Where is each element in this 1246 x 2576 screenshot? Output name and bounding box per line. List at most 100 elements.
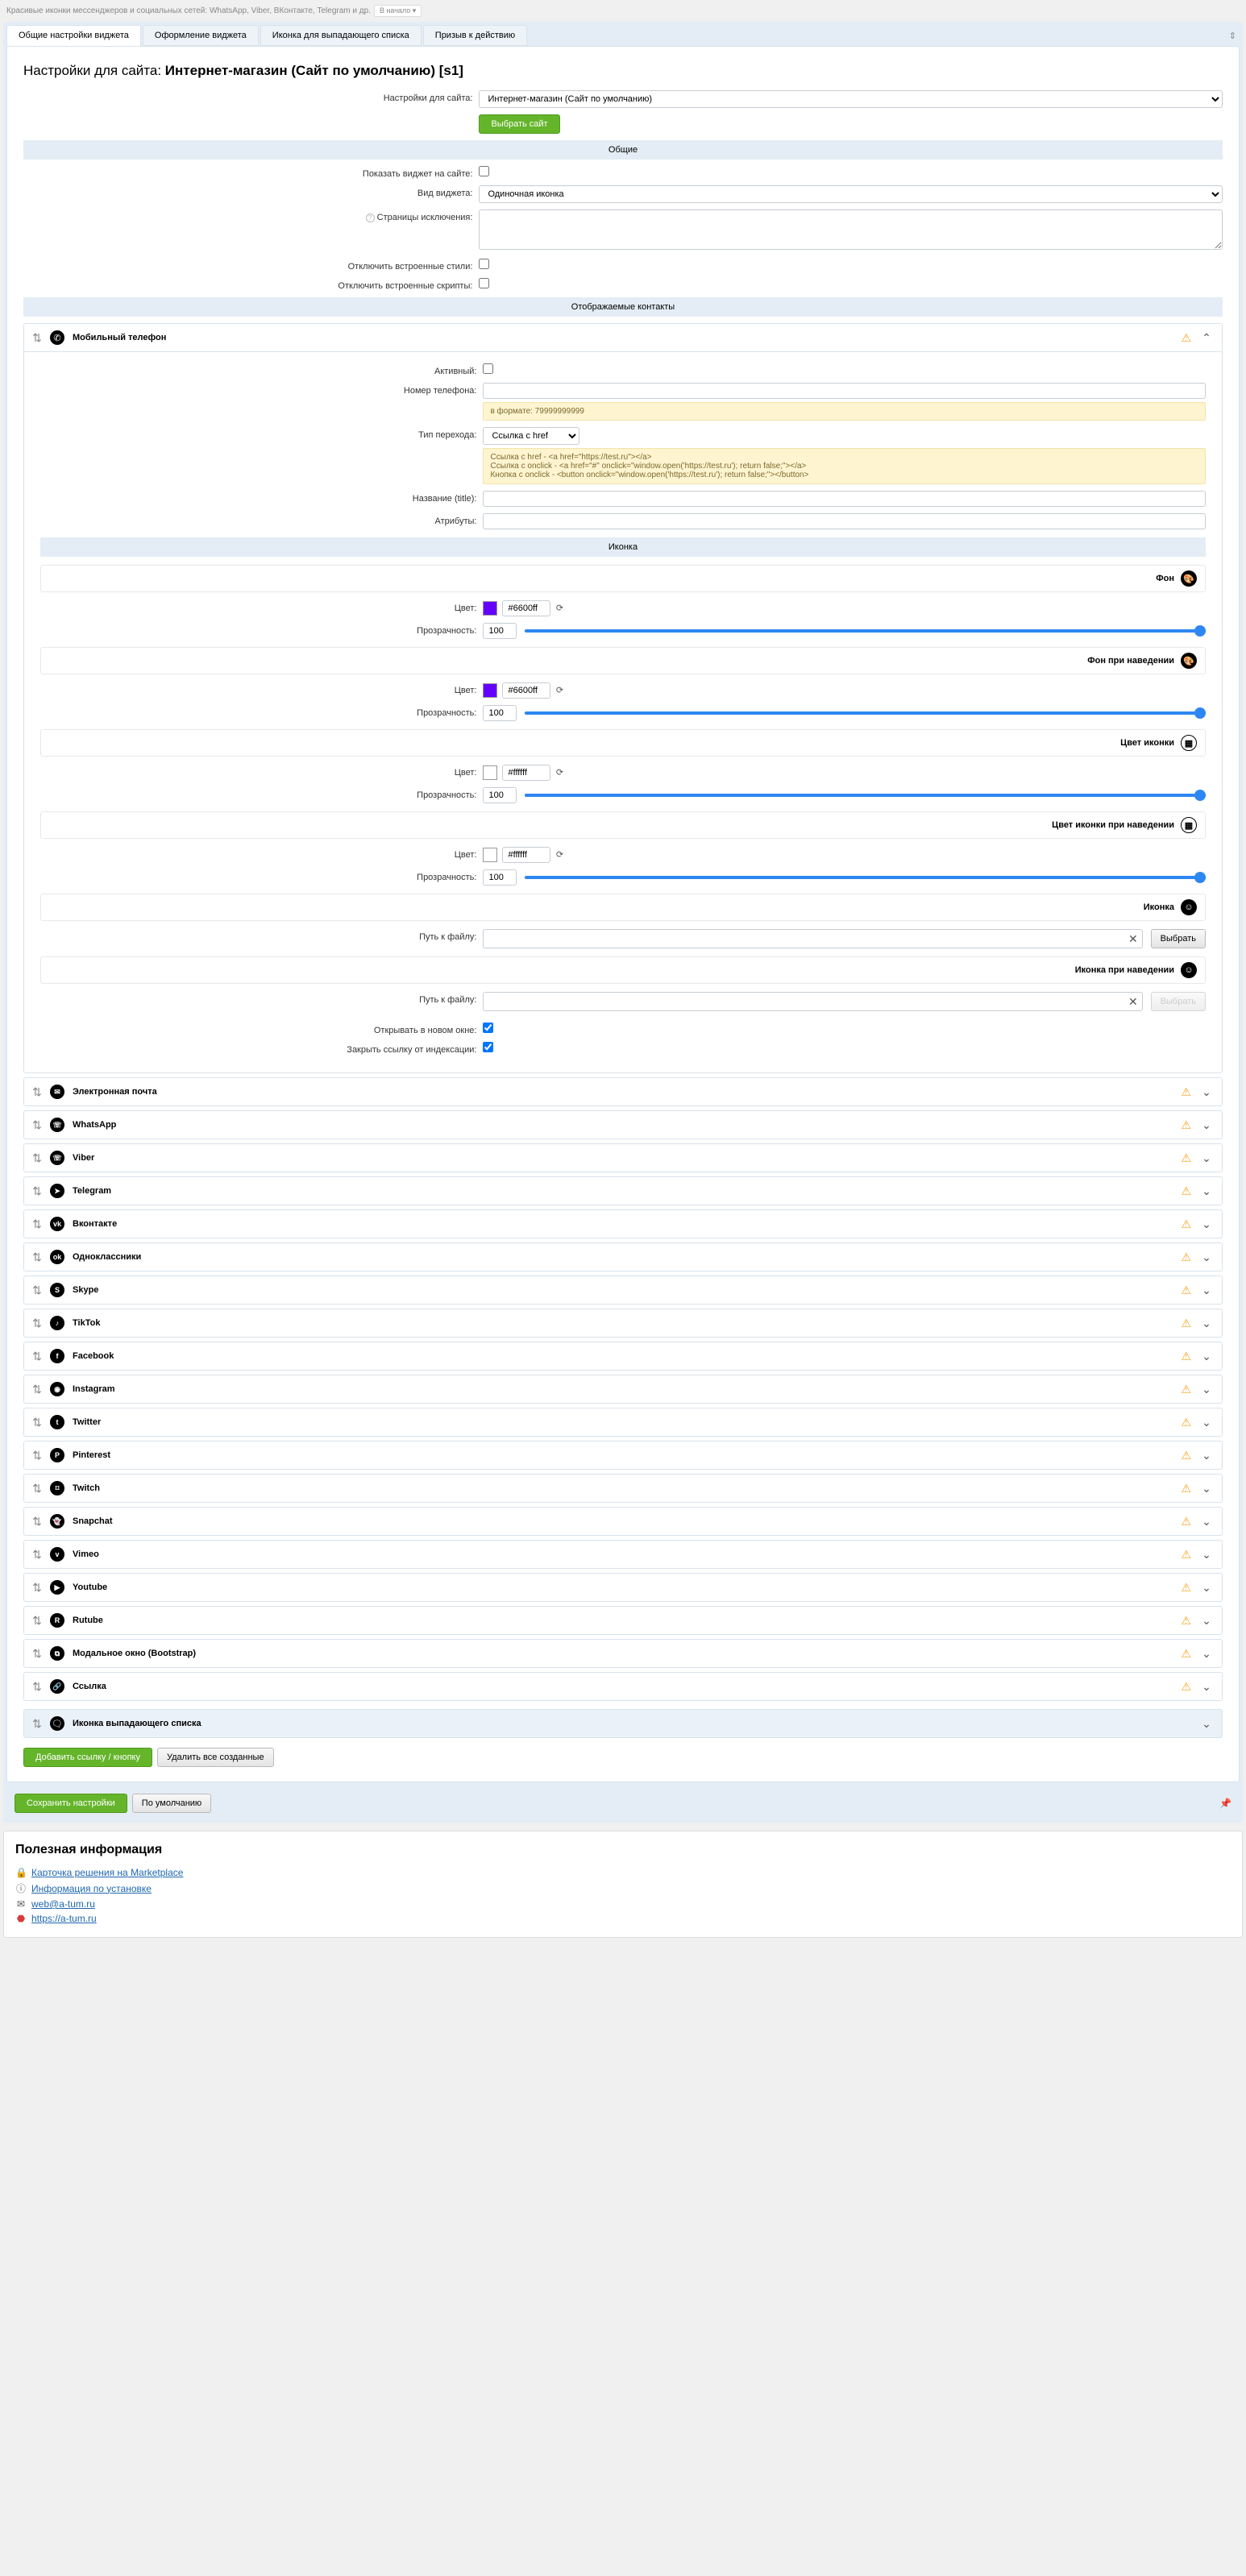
drag-handle-icon[interactable]: ⇅ (32, 1251, 42, 1264)
contact-header[interactable]: ⇅⧉Модальное окно (Bootstrap)⚠⌄ (24, 1640, 1222, 1667)
expand-icon[interactable]: ⌄ (1199, 1085, 1214, 1099)
expand-icon[interactable]: ⌄ (1199, 1317, 1214, 1330)
add-link-button[interactable]: Добавить ссылку / кнопку (23, 1748, 152, 1767)
drag-handle-icon[interactable]: ⇅ (32, 1581, 42, 1595)
expand-icon[interactable]: ⌄ (1199, 1614, 1214, 1628)
drag-handle-icon[interactable]: ⇅ (32, 1284, 42, 1297)
drag-handle-icon[interactable]: ⇅ (32, 1383, 42, 1396)
hide-index-checkbox[interactable] (483, 1042, 493, 1052)
breadcrumb[interactable]: В начало ▾ (374, 5, 422, 17)
info-link-site[interactable]: https://a-tum.ru (31, 1913, 97, 1924)
drag-handle-icon[interactable]: ⇅ (32, 1680, 42, 1694)
contact-header[interactable]: ⇅vVimeo⚠⌄ (24, 1541, 1222, 1568)
icon-path-input[interactable] (483, 929, 1142, 948)
expand-icon[interactable]: ⌄ (1199, 1515, 1214, 1529)
delete-all-button[interactable]: Удалить все созданные (157, 1748, 274, 1767)
bghover-opacity-input[interactable] (483, 705, 517, 721)
bghover-color-input[interactable] (502, 682, 550, 699)
drag-handle-icon[interactable]: ⇅ (32, 331, 42, 345)
contact-header[interactable]: ⇅vkВконтакте⚠⌄ (24, 1210, 1222, 1238)
contact-header[interactable]: ⇅➤Telegram⚠⌄ (24, 1177, 1222, 1205)
drag-handle-icon[interactable]: ⇅ (32, 1118, 42, 1132)
contact-header[interactable]: ⇅PPinterest⚠⌄ (24, 1441, 1222, 1469)
expand-icon[interactable]: ⌄ (1199, 1680, 1214, 1694)
drag-handle-icon[interactable]: ⇅ (32, 1647, 42, 1661)
disable-js-checkbox[interactable] (479, 278, 489, 288)
contact-header[interactable]: ⇅👻Snapchat⚠⌄ (24, 1508, 1222, 1535)
drag-handle-icon[interactable]: ⇅ (32, 1217, 42, 1231)
contact-header[interactable]: ⇅⌑Twitch⚠⌄ (24, 1475, 1222, 1502)
bg-opacity-slider[interactable] (525, 629, 1206, 633)
expand-icon[interactable]: ⌄ (1199, 1184, 1214, 1198)
phone-number-input[interactable] (483, 383, 1206, 399)
expand-icon[interactable]: ⌄ (1199, 1251, 1214, 1264)
contact-header[interactable]: ⇅▶Youtube⚠⌄ (24, 1574, 1222, 1601)
iconcolorhover-input[interactable] (502, 847, 550, 863)
site-select[interactable]: Интернет-магазин (Сайт по умолчанию) (479, 90, 1223, 108)
contact-header[interactable]: ⇅fFacebook⚠⌄ (24, 1342, 1222, 1370)
show-widget-checkbox[interactable] (479, 166, 489, 176)
link-type-select[interactable]: Ссылка с href (483, 427, 579, 445)
pin-icon[interactable]: 📌 (1219, 1798, 1231, 1809)
exclude-pages-textarea[interactable] (479, 209, 1223, 250)
refresh-icon[interactable]: ⟳ (554, 767, 565, 778)
expand-icon[interactable]: ⌄ (1199, 1482, 1214, 1495)
iconcolor-input[interactable] (502, 765, 550, 781)
drag-handle-icon[interactable]: ⇅ (32, 1416, 42, 1429)
contact-header[interactable]: ⇅SSkype⚠⌄ (24, 1276, 1222, 1304)
expand-icon[interactable]: ⌄ (1199, 1717, 1214, 1731)
drag-handle-icon[interactable]: ⇅ (32, 1184, 42, 1198)
phone-active-checkbox[interactable] (483, 363, 493, 374)
contact-header[interactable]: ⇅♪TikTok⚠⌄ (24, 1309, 1222, 1337)
drag-handle-icon[interactable]: ⇅ (32, 1515, 42, 1529)
drag-handle-icon[interactable]: ⇅ (32, 1717, 42, 1731)
expand-icon[interactable]: ⌄ (1199, 1449, 1214, 1462)
refresh-icon[interactable]: ⟳ (554, 603, 565, 614)
drag-handle-icon[interactable]: ⇅ (32, 1317, 42, 1330)
expand-icon[interactable]: ⌄ (1199, 1383, 1214, 1396)
dropdown-header[interactable]: ⇅ 🗨 Иконка выпадающего списка ⌄ (24, 1710, 1222, 1737)
collapse-icon[interactable]: ⌃ (1199, 331, 1214, 345)
iconcolor-opacity-slider[interactable] (525, 794, 1206, 797)
info-link-install[interactable]: Информация по установке (31, 1883, 152, 1894)
tab-general[interactable]: Общие настройки виджета (6, 25, 141, 46)
color-swatch[interactable] (483, 765, 497, 780)
drag-handle-icon[interactable]: ⇅ (32, 1482, 42, 1495)
widget-kind-select[interactable]: Одиночная иконка (479, 185, 1223, 203)
expand-icon[interactable]: ⌄ (1199, 1416, 1214, 1429)
contact-header[interactable]: ⇅✉Электронная почта⚠⌄ (24, 1078, 1222, 1105)
choose-site-button[interactable]: Выбрать сайт (479, 114, 559, 134)
tab-cta[interactable]: Призыв к действию (423, 25, 527, 46)
title-input[interactable] (483, 491, 1206, 507)
bg-opacity-input[interactable] (483, 623, 517, 639)
contact-header[interactable]: ⇅okОдноклассники⚠⌄ (24, 1243, 1222, 1271)
iconcolorhover-opacity-input[interactable] (483, 869, 517, 886)
expand-icon[interactable]: ⌄ (1199, 1284, 1214, 1297)
color-swatch[interactable] (483, 601, 497, 616)
expand-icon[interactable]: ⌄ (1199, 1350, 1214, 1363)
contact-header[interactable]: ⇅☏Viber⚠⌄ (24, 1144, 1222, 1172)
expand-icon[interactable]: ⌄ (1199, 1151, 1214, 1165)
save-button[interactable]: Сохранить настройки (15, 1794, 127, 1813)
tab-dropdown-icon[interactable]: Иконка для выпадающего списка (260, 25, 422, 46)
open-new-checkbox[interactable] (483, 1023, 493, 1033)
drag-handle-icon[interactable]: ⇅ (32, 1449, 42, 1462)
choose-icon-button[interactable]: Выбрать (1151, 929, 1206, 948)
contact-header[interactable]: ⇅◉Instagram⚠⌄ (24, 1375, 1222, 1403)
drag-handle-icon[interactable]: ⇅ (32, 1085, 42, 1099)
refresh-icon[interactable]: ⟳ (554, 849, 565, 861)
iconcolorhover-opacity-slider[interactable] (525, 876, 1206, 879)
contact-header[interactable]: ⇅RRutube⚠⌄ (24, 1607, 1222, 1634)
bghover-opacity-slider[interactable] (525, 711, 1206, 715)
expand-icon[interactable]: ⌄ (1199, 1118, 1214, 1132)
expand-icon[interactable]: ⌄ (1199, 1217, 1214, 1231)
drag-handle-icon[interactable]: ⇅ (32, 1350, 42, 1363)
iconcolor-opacity-input[interactable] (483, 787, 517, 803)
help-icon[interactable]: ? (366, 214, 375, 222)
tab-design[interactable]: Оформление виджета (143, 25, 259, 46)
info-link-email[interactable]: web@a-tum.ru (31, 1898, 95, 1910)
tabs-collapse-icon[interactable]: ⇕ (1226, 27, 1240, 44)
expand-icon[interactable]: ⌄ (1199, 1647, 1214, 1661)
disable-css-checkbox[interactable] (479, 259, 489, 269)
clear-icon[interactable]: ✕ (1128, 932, 1138, 946)
